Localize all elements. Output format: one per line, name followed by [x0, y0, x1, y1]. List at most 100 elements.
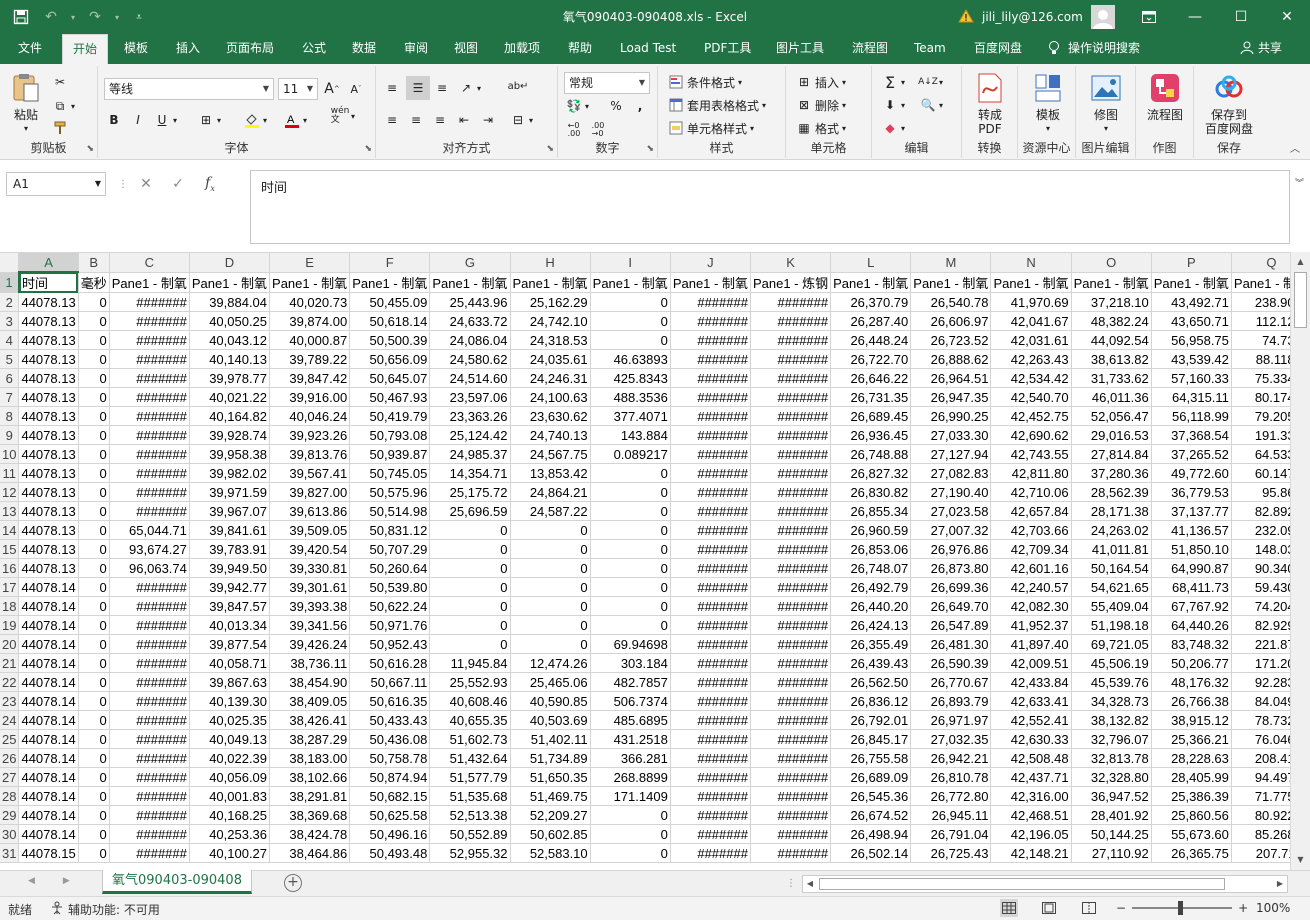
font-launcher-icon[interactable]: ⬊	[364, 144, 372, 154]
cell-g5[interactable]: 24,580.62	[429, 349, 511, 369]
cell-c17[interactable]: #######	[109, 577, 190, 597]
cell-n15[interactable]: 42,709.34	[990, 539, 1072, 559]
cell-f30[interactable]: 50,496.16	[349, 824, 431, 844]
cell-g3[interactable]: 24,633.72	[429, 311, 511, 331]
cell-j26[interactable]: #######	[670, 748, 751, 768]
cell-j20[interactable]: #######	[670, 634, 751, 654]
formula-input[interactable]: 时间	[250, 170, 1290, 244]
cell-e26[interactable]: 38,183.00	[269, 748, 351, 768]
cell-p5[interactable]: 43,539.42	[1151, 349, 1232, 369]
cell-k17[interactable]: #######	[750, 577, 832, 597]
cell-j15[interactable]: #######	[670, 539, 751, 559]
row-header[interactable]: 28	[0, 786, 20, 806]
cell-l22[interactable]: 26,562.50	[830, 672, 912, 692]
cell-k9[interactable]: #######	[750, 425, 832, 445]
tab-formulas[interactable]: 公式	[292, 34, 336, 64]
save-to-baidu-button[interactable]: 保存到 百度网盘	[1200, 72, 1258, 136]
cell-n18[interactable]: 42,082.30	[990, 596, 1072, 616]
cell-g31[interactable]: 52,955.32	[429, 843, 511, 863]
cell-g4[interactable]: 24,086.04	[429, 330, 511, 350]
column-header-l[interactable]: L	[830, 253, 912, 273]
row-header[interactable]: 26	[0, 748, 20, 768]
close-icon[interactable]: ✕	[1264, 0, 1310, 34]
cell-q12[interactable]: 95.8653	[1231, 482, 1290, 502]
copy-icon[interactable]: ⧉ ▾	[52, 96, 75, 116]
cell-e6[interactable]: 39,847.42	[269, 368, 351, 388]
cell-c20[interactable]: #######	[109, 634, 190, 654]
cell-d17[interactable]: 39,942.77	[189, 577, 271, 597]
cell-m30[interactable]: 26,791.04	[910, 824, 992, 844]
user-account[interactable]: jili_lily@126.com	[958, 4, 1115, 30]
cell-m12[interactable]: 27,190.40	[910, 482, 992, 502]
cell-q22[interactable]: 92.28379	[1231, 672, 1290, 692]
cell-j30[interactable]: #######	[670, 824, 751, 844]
cell-c6[interactable]: #######	[109, 368, 190, 388]
cell-n23[interactable]: 42,633.41	[990, 691, 1072, 711]
cell-g13[interactable]: 25,696.59	[429, 501, 511, 521]
cell-c21[interactable]: #######	[109, 653, 190, 673]
cell-i6[interactable]: 425.8343	[590, 368, 671, 388]
cell-f22[interactable]: 50,667.11	[349, 672, 431, 692]
cell-n4[interactable]: 42,031.61	[990, 330, 1072, 350]
scroll-left-icon[interactable]: ◀	[803, 876, 817, 892]
cell-q15[interactable]: 148.0307	[1231, 539, 1290, 559]
decrease-indent-icon[interactable]: ⇤	[456, 110, 472, 130]
cell-d18[interactable]: 39,847.57	[189, 596, 271, 616]
cell-o1[interactable]: Pane1 - 制氧	[1071, 272, 1152, 293]
column-header-k[interactable]: K	[750, 253, 832, 273]
cell-c9[interactable]: #######	[109, 425, 190, 445]
autosum-icon[interactable]: Σ ▾	[882, 72, 905, 92]
cell-f2[interactable]: 50,455.09	[349, 292, 431, 312]
cell-i10[interactable]: 0.089217	[590, 444, 671, 464]
cell-b7[interactable]: 0	[78, 387, 110, 407]
cell-a16[interactable]: 44078.13	[18, 558, 79, 578]
cell-n11[interactable]: 42,811.80	[990, 463, 1072, 483]
cell-j5[interactable]: #######	[670, 349, 751, 369]
cell-q3[interactable]: 112.1221	[1231, 311, 1290, 331]
cell-f15[interactable]: 50,707.29	[349, 539, 431, 559]
cell-p28[interactable]: 25,386.39	[1151, 786, 1232, 806]
cell-g28[interactable]: 51,535.68	[429, 786, 511, 806]
minimize-icon[interactable]: —	[1172, 0, 1218, 34]
cell-b18[interactable]: 0	[78, 596, 110, 616]
row-header[interactable]: 24	[0, 710, 20, 730]
row-header[interactable]: 11	[0, 463, 20, 483]
fill-icon[interactable]: ⬇ ▾	[882, 95, 905, 115]
cell-q8[interactable]: 79.20527	[1231, 406, 1290, 426]
page-layout-view-icon[interactable]	[1040, 899, 1058, 917]
cell-p4[interactable]: 56,958.75	[1151, 330, 1232, 350]
cell-m2[interactable]: 26,540.78	[910, 292, 992, 312]
cell-c23[interactable]: #######	[109, 691, 190, 711]
cell-p10[interactable]: 37,265.52	[1151, 444, 1232, 464]
cell-e31[interactable]: 38,464.86	[269, 843, 351, 863]
fill-color-icon[interactable]: ▾	[244, 110, 267, 130]
cell-g7[interactable]: 23,597.06	[429, 387, 511, 407]
vertical-scrollbar[interactable]: ▲ ▼	[1290, 252, 1310, 870]
delete-cells-button[interactable]: ⊠ 删除 ▾	[796, 95, 846, 115]
cell-p12[interactable]: 36,779.53	[1151, 482, 1232, 502]
row-header[interactable]: 14	[0, 520, 20, 540]
cell-q1[interactable]: Pane1 - 制氧	[1231, 272, 1290, 293]
cell-h13[interactable]: 24,587.22	[510, 501, 591, 521]
cell-l26[interactable]: 26,755.58	[830, 748, 912, 768]
cell-a25[interactable]: 44078.14	[18, 729, 79, 749]
cell-m26[interactable]: 26,942.21	[910, 748, 992, 768]
cell-a6[interactable]: 44078.13	[18, 368, 79, 388]
cell-g20[interactable]: 0	[429, 634, 511, 654]
cell-q4[interactable]: 74.7356	[1231, 330, 1290, 350]
cell-o16[interactable]: 50,164.54	[1071, 558, 1152, 578]
cell-k15[interactable]: #######	[750, 539, 832, 559]
cell-i9[interactable]: 143.884	[590, 425, 671, 445]
row-header[interactable]: 30	[0, 824, 20, 844]
cell-b19[interactable]: 0	[78, 615, 110, 635]
cell-o19[interactable]: 51,198.18	[1071, 615, 1152, 635]
cell-n22[interactable]: 42,433.84	[990, 672, 1072, 692]
cell-h29[interactable]: 52,209.27	[510, 805, 591, 825]
cell-p13[interactable]: 37,137.77	[1151, 501, 1232, 521]
cell-j11[interactable]: #######	[670, 463, 751, 483]
cell-f19[interactable]: 50,971.76	[349, 615, 431, 635]
cell-h22[interactable]: 25,465.06	[510, 672, 591, 692]
cell-f26[interactable]: 50,758.78	[349, 748, 431, 768]
cell-p15[interactable]: 51,850.10	[1151, 539, 1232, 559]
cell-p17[interactable]: 68,411.73	[1151, 577, 1232, 597]
